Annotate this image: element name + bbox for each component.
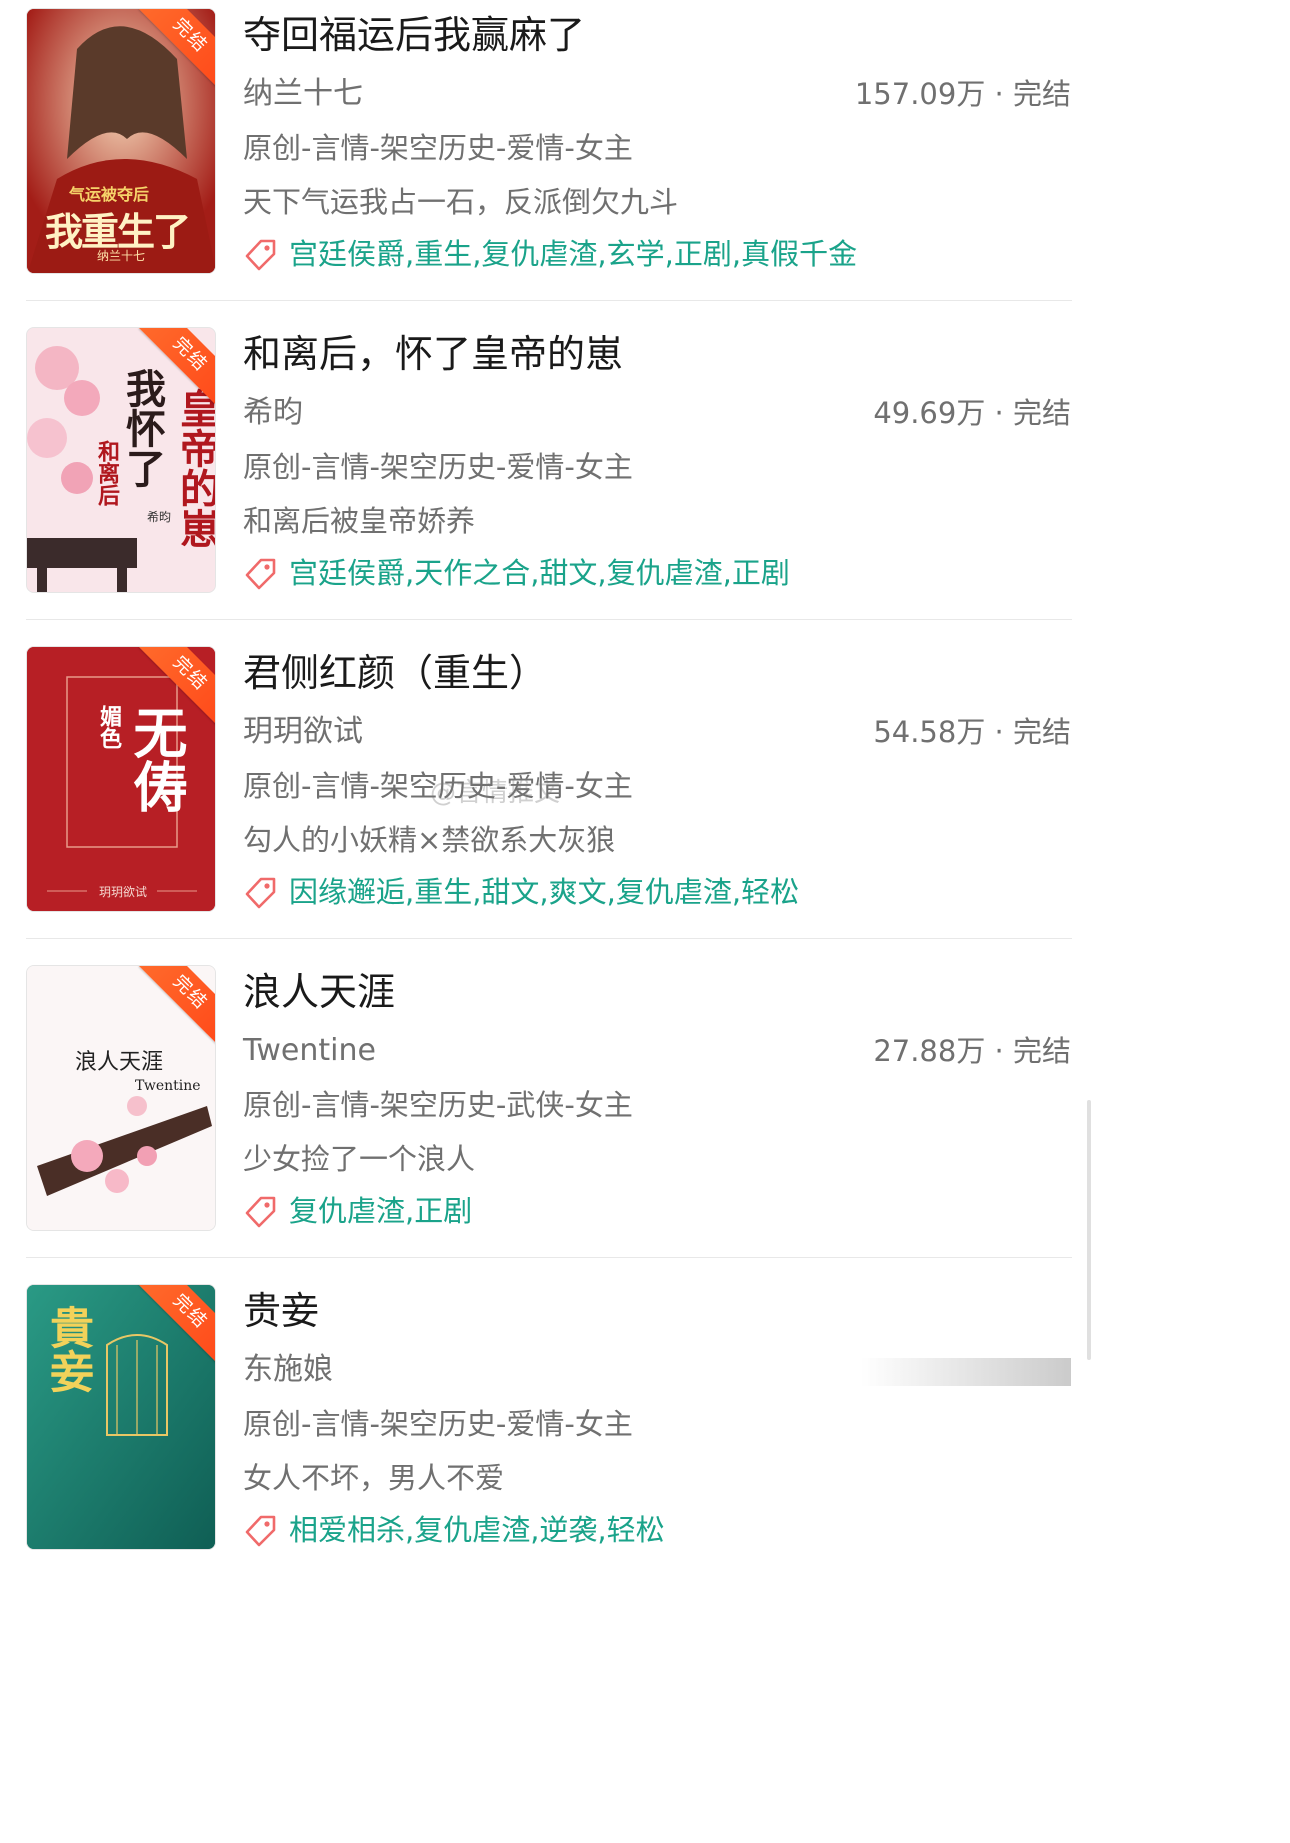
cover-title: 貴妾 bbox=[42, 1305, 93, 1393]
book-title[interactable]: 夺回福运后我赢麻了 bbox=[243, 10, 585, 60]
tag-list[interactable]: 相爱相杀,复仇虐渣,逆袭,轻松 bbox=[289, 1508, 665, 1552]
book-tags: 宫廷侯爵,天作之合,甜文,复仇虐渣,正剧 bbox=[243, 551, 790, 595]
book-tags: 因缘邂逅,重生,甜文,爽文,复仇虐渣,轻松 bbox=[243, 870, 799, 914]
divider bbox=[26, 619, 1072, 620]
book-title[interactable]: 浪人天涯 bbox=[243, 967, 395, 1017]
tag-list[interactable]: 宫廷侯爵,天作之合,甜文,复仇虐渣,正剧 bbox=[289, 551, 790, 595]
book-author[interactable]: 希昀 bbox=[243, 391, 303, 435]
book-item[interactable]: 媚色 无俦 玥玥欲试 完结 君侧红颜（重生） 玥玥欲试 54.58万 · 完结 … bbox=[0, 638, 1105, 957]
book-intro: 女人不坏，男人不爱 bbox=[243, 1461, 505, 1495]
divider bbox=[26, 938, 1072, 939]
book-title[interactable]: 和离后，怀了皇帝的崽 bbox=[243, 329, 623, 379]
tag-icon bbox=[245, 558, 276, 590]
book-category: 原创-言情-架空历史-爱情-女主 bbox=[243, 131, 633, 165]
book-word-count-status: 49.69万 · 完结 bbox=[873, 396, 1071, 430]
book-category: 原创-言情-架空历史-爱情-女主 bbox=[243, 450, 633, 484]
tag-list[interactable]: 因缘邂逅,重生,甜文,爽文,复仇虐渣,轻松 bbox=[289, 870, 799, 914]
book-word-count-status: 27.88万 · 完结 bbox=[873, 1034, 1071, 1068]
tag-icon bbox=[245, 1196, 276, 1228]
book-tags: 复仇虐渣,正剧 bbox=[243, 1189, 472, 1233]
book-author[interactable]: 纳兰十七 bbox=[243, 72, 363, 116]
book-category: 原创-言情-架空历史-爱情-女主 bbox=[243, 1407, 633, 1441]
tag-icon bbox=[245, 877, 276, 909]
book-cover[interactable]: 浪人天涯 Twentine 完结 bbox=[26, 965, 216, 1231]
tag-icon bbox=[245, 239, 276, 271]
cover-author: 玥玥欲试 bbox=[99, 885, 148, 899]
book-tags: 宫廷侯爵,重生,复仇虐渣,玄学,正剧,真假千金 bbox=[243, 232, 857, 276]
book-intro: 天下气运我占一石，反派倒欠九斗 bbox=[243, 185, 679, 219]
book-intro: 少女捡了一个浪人 bbox=[243, 1142, 476, 1176]
cover-author: 希昀 bbox=[147, 510, 172, 524]
cover-subtitle: 和离后 bbox=[94, 440, 120, 506]
book-category: 原创-言情-架空历史-武侠-女主 bbox=[243, 1088, 633, 1122]
book-intro: 勾人的小妖精×禁欲系大灰狼 bbox=[243, 823, 616, 857]
fade-overlay bbox=[861, 1358, 1071, 1386]
book-title[interactable]: 君侧红颜（重生） bbox=[243, 648, 547, 698]
book-item[interactable]: 浪人天涯 Twentine 完结 浪人天涯 Twentine 27.88万 · … bbox=[0, 957, 1105, 1276]
cover-author: Twentine bbox=[135, 1078, 201, 1094]
divider bbox=[26, 300, 1072, 301]
book-item[interactable]: 貴妾 完结 贵妾 东施娘 原创-言情-架空历史-爱情-女主 女人不坏，男人不爱 … bbox=[0, 1276, 1105, 1595]
book-tags: 相爱相杀,复仇虐渣,逆袭,轻松 bbox=[243, 1508, 665, 1552]
divider bbox=[26, 1257, 1072, 1258]
cover-title: 无俦 bbox=[124, 705, 188, 813]
book-intro: 和离后被皇帝娇养 bbox=[243, 504, 476, 538]
book-author[interactable]: Twentine bbox=[243, 1029, 376, 1073]
book-author[interactable]: 东施娘 bbox=[243, 1348, 333, 1392]
book-word-count-status: 157.09万 · 完结 bbox=[854, 77, 1071, 111]
tag-icon bbox=[245, 1515, 276, 1547]
book-author[interactable]: 玥玥欲试 bbox=[243, 710, 363, 754]
tag-list[interactable]: 复仇虐渣,正剧 bbox=[289, 1189, 472, 1233]
book-cover[interactable]: 我怀了 皇帝的崽 和离后 希昀 完结 bbox=[26, 327, 216, 593]
book-item[interactable]: 气运被夺后 我重生了 纳兰十七 完结 夺回福运后我赢麻了 纳兰十七 157.09… bbox=[0, 0, 1105, 319]
book-cover[interactable]: 媚色 无俦 玥玥欲试 完结 bbox=[26, 646, 216, 912]
cover-title: 浪人天涯 bbox=[75, 1050, 164, 1075]
cover-author: 纳兰十七 bbox=[97, 249, 146, 263]
book-cover[interactable]: 气运被夺后 我重生了 纳兰十七 完结 bbox=[26, 8, 216, 274]
book-category: 原创-言情-架空历史-爱情-女主 bbox=[243, 769, 633, 803]
cover-title-2: 皇帝的崽 bbox=[173, 388, 216, 548]
book-word-count-status: 54.58万 · 完结 bbox=[873, 715, 1071, 749]
book-title[interactable]: 贵妾 bbox=[243, 1286, 319, 1336]
scrollbar[interactable] bbox=[1087, 1100, 1091, 1360]
book-item[interactable]: 我怀了 皇帝的崽 和离后 希昀 完结 和离后，怀了皇帝的崽 希昀 49.69万 … bbox=[0, 319, 1105, 638]
book-cover[interactable]: 貴妾 完结 bbox=[26, 1284, 216, 1550]
tag-list[interactable]: 宫廷侯爵,重生,复仇虐渣,玄学,正剧,真假千金 bbox=[289, 232, 857, 276]
